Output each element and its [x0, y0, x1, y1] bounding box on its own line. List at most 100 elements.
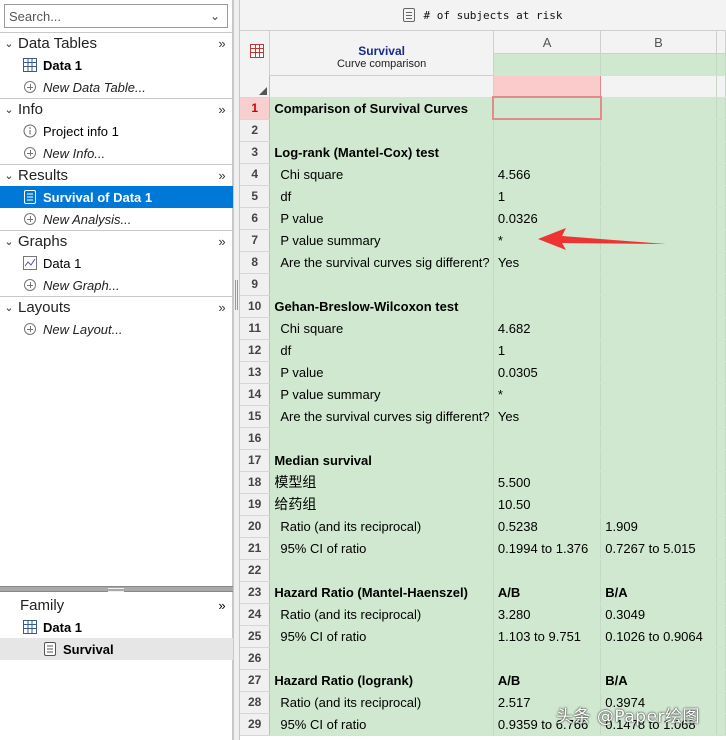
value-cell-c[interactable] — [716, 449, 726, 472]
value-cell-c[interactable] — [716, 559, 726, 582]
value-cell-c[interactable] — [716, 471, 726, 494]
row-label-cell[interactable]: Chi square — [269, 163, 494, 186]
subheader-cell-c[interactable] — [716, 75, 726, 98]
value-cell-b[interactable] — [600, 317, 717, 340]
row-label-cell[interactable]: Gehan-Breslow-Wilcoxon test — [269, 295, 494, 318]
value-cell-c[interactable] — [716, 251, 726, 274]
value-cell-c[interactable] — [716, 713, 726, 736]
value-cell-c[interactable] — [716, 119, 726, 142]
vertical-splitter[interactable] — [233, 0, 240, 740]
new-item-link[interactable]: New Data Table... — [0, 76, 233, 98]
row-number[interactable]: 9 — [240, 273, 271, 296]
row-number[interactable]: 7 — [240, 229, 271, 252]
nav-item[interactable]: Data 1 — [0, 252, 233, 274]
value-cell-a[interactable]: 1.103 to 9.751 — [493, 625, 602, 648]
row-label-cell[interactable]: 95% CI of ratio — [269, 713, 494, 736]
row-label-cell[interactable]: P value summary — [269, 383, 494, 406]
value-cell-c[interactable] — [716, 493, 726, 516]
value-cell-b[interactable]: 0.3049 — [600, 603, 717, 626]
section-header[interactable]: ⌄ Layouts » — [0, 296, 233, 318]
chevron-down-icon[interactable]: ⌄ — [0, 301, 18, 314]
value-cell-b[interactable]: 1.909 — [600, 515, 717, 538]
new-item-link[interactable]: New Layout... — [0, 318, 233, 340]
value-cell-c[interactable] — [716, 229, 726, 252]
row-number[interactable]: 21 — [240, 537, 271, 560]
value-cell-a[interactable]: 1 — [493, 185, 602, 208]
value-cell-c[interactable] — [716, 207, 726, 230]
row-number[interactable]: 15 — [240, 405, 271, 428]
row-label-cell[interactable]: Are the survival curves sig different? — [269, 405, 494, 428]
value-cell-c[interactable] — [716, 669, 726, 692]
row-label-cell[interactable]: 95% CI of ratio — [269, 537, 494, 560]
value-cell-b[interactable] — [600, 273, 717, 296]
chevron-down-icon[interactable]: ⌄ — [0, 103, 18, 116]
value-cell-a[interactable]: 0.5238 — [493, 515, 602, 538]
value-cell-c[interactable] — [716, 295, 726, 318]
family-item[interactable]: Survival — [0, 638, 233, 660]
value-cell-a[interactable]: 0.0326 — [493, 207, 602, 230]
double-chevron-right-icon[interactable]: » — [211, 36, 233, 51]
value-cell-c[interactable] — [716, 581, 726, 604]
value-cell-b[interactable] — [600, 405, 717, 428]
value-cell-a[interactable] — [493, 647, 602, 670]
value-cell-a[interactable] — [493, 141, 602, 164]
column-header-c[interactable] — [716, 31, 726, 54]
section-header[interactable]: ⌄ Data Tables » — [0, 32, 233, 54]
chevron-down-icon[interactable]: ⌄ — [206, 6, 224, 26]
nav-item[interactable]: Project info 1 — [0, 120, 233, 142]
value-cell-c[interactable] — [716, 603, 726, 626]
value-cell-a[interactable]: Yes — [493, 405, 602, 428]
column-header-b[interactable]: B — [600, 31, 717, 54]
chevron-down-icon[interactable]: ⌄ — [0, 169, 18, 182]
value-cell-a[interactable]: 0.1994 to 1.376 — [493, 537, 602, 560]
value-cell-b[interactable]: B/A — [600, 581, 717, 604]
value-cell-c[interactable] — [716, 515, 726, 538]
double-chevron-right-icon[interactable]: » — [211, 102, 233, 117]
row-label-cell[interactable]: 模型组 — [269, 471, 494, 494]
value-cell-b[interactable] — [600, 141, 717, 164]
value-cell-a[interactable] — [493, 449, 602, 472]
new-item-link[interactable]: New Analysis... — [0, 208, 233, 230]
value-cell-a[interactable]: 3.280 — [493, 603, 602, 626]
select-all-corner[interactable] — [240, 75, 271, 98]
nav-item[interactable]: Survival of Data 1 — [0, 186, 233, 208]
value-cell-a[interactable]: 4.566 — [493, 163, 602, 186]
value-cell-a[interactable] — [493, 559, 602, 582]
row-label-cell[interactable]: P value summary — [269, 229, 494, 252]
results-icon[interactable] — [403, 8, 416, 22]
value-cell-a[interactable] — [493, 427, 602, 450]
value-cell-c[interactable] — [716, 625, 726, 648]
row-label-cell[interactable]: Hazard Ratio (Mantel-Haenszel) — [269, 581, 494, 604]
row-label-cell[interactable]: Ratio (and its reciprocal) — [269, 603, 494, 626]
row-number[interactable]: 25 — [240, 625, 271, 648]
value-cell-c[interactable] — [716, 383, 726, 406]
row-number[interactable]: 20 — [240, 515, 271, 538]
row-number[interactable]: 29 — [240, 713, 271, 736]
value-cell-c[interactable] — [716, 141, 726, 164]
value-cell-b[interactable]: 0.7267 to 5.015 — [600, 537, 717, 560]
row-number[interactable]: 18 — [240, 471, 271, 494]
value-cell-a[interactable]: Yes — [493, 251, 602, 274]
row-number[interactable]: 13 — [240, 361, 271, 384]
row-number[interactable]: 11 — [240, 317, 271, 340]
row-label-cell[interactable]: df — [269, 185, 494, 208]
column-title-c[interactable] — [716, 53, 726, 76]
value-cell-b[interactable] — [600, 383, 717, 406]
row-label-cell[interactable] — [269, 273, 494, 296]
row-label-cell[interactable] — [269, 647, 494, 670]
new-item-link[interactable]: New Graph... — [0, 274, 233, 296]
value-cell-a[interactable]: * — [493, 383, 602, 406]
value-cell-c[interactable] — [716, 405, 726, 428]
value-cell-b[interactable] — [600, 207, 717, 230]
row-label-cell[interactable]: P value — [269, 361, 494, 384]
nav-item[interactable]: Data 1 — [0, 54, 233, 76]
value-cell-c[interactable] — [716, 647, 726, 670]
row-label-cell[interactable]: df — [269, 339, 494, 362]
double-chevron-right-icon[interactable]: » — [211, 234, 233, 249]
family-item[interactable]: Data 1 — [0, 616, 233, 638]
value-cell-c[interactable] — [716, 163, 726, 186]
row-number[interactable]: 24 — [240, 603, 271, 626]
row-number[interactable]: 26 — [240, 647, 271, 670]
row-label-cell[interactable]: Ratio (and its reciprocal) — [269, 515, 494, 538]
row-label-cell[interactable]: 给药组 — [269, 493, 494, 516]
